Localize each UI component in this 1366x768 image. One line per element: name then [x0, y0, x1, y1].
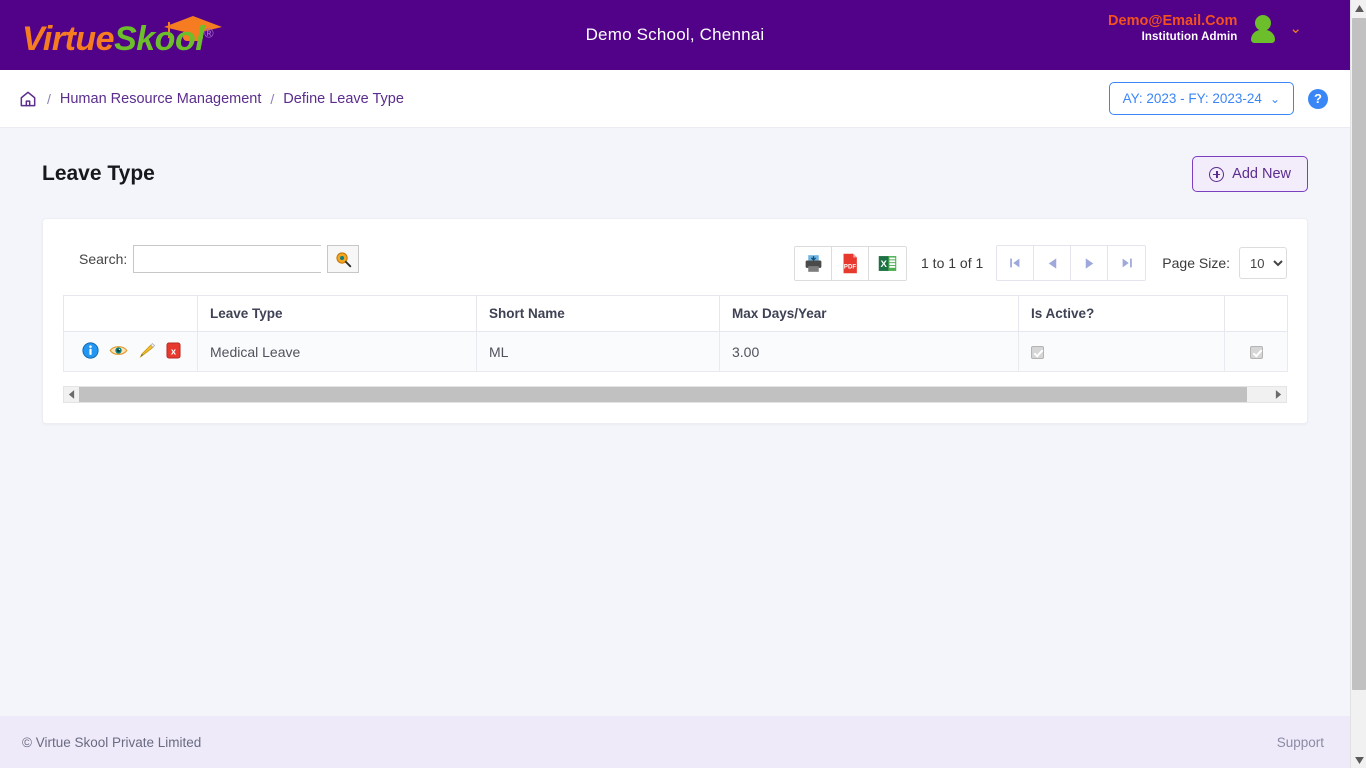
table-horizontal-scrollbar[interactable] — [63, 386, 1287, 403]
previous-page-button[interactable] — [1034, 246, 1072, 280]
page-size-label: Page Size: — [1162, 255, 1230, 271]
search-area: Search: — [79, 245, 360, 273]
search-label: Search: — [79, 251, 128, 267]
next-page-button[interactable] — [1071, 246, 1109, 280]
is-active-checkbox[interactable] — [1031, 346, 1044, 360]
breadcrumb-item-hrm[interactable]: Human Resource Management — [60, 91, 262, 107]
last-page-button[interactable] — [1108, 246, 1146, 280]
column-header-is-active[interactable]: Is Active? — [1018, 295, 1225, 332]
svg-text:PDF: PDF — [844, 264, 856, 270]
column-header-actions — [63, 295, 198, 332]
next-page-icon — [1085, 257, 1094, 269]
home-icon[interactable] — [18, 89, 38, 109]
page-footer: © Virtue Skool Private Limited Support — [0, 716, 1350, 768]
search-input[interactable] — [133, 245, 322, 273]
pdf-icon: PDF — [843, 253, 857, 273]
search-button[interactable] — [327, 245, 360, 273]
add-new-label: Add New — [1232, 166, 1291, 182]
main-content: Leave Type Add New Search: PDF X 1 to 1 … — [0, 128, 1350, 716]
export-buttons: PDF X — [794, 245, 907, 281]
top-header-bar: VirtueSkool® Demo School, Chennai Demo@E… — [0, 0, 1350, 70]
page-size-select[interactable]: 10 — [1239, 247, 1287, 279]
scroll-left-arrow-icon[interactable] — [64, 387, 79, 402]
record-count: 1 to 1 of 1 — [921, 255, 984, 271]
browser-vertical-scrollbar[interactable] — [1350, 0, 1366, 768]
pagination-controls — [996, 245, 1147, 281]
page-root: VirtueSkool® Demo School, Chennai Demo@E… — [0, 0, 1350, 768]
cell-extra-flag — [1224, 331, 1288, 372]
table-row: x Medical Leave ML 3.00 — [63, 331, 1288, 372]
print-button[interactable] — [795, 246, 832, 280]
info-icon[interactable] — [82, 341, 99, 362]
column-header-max-days-year[interactable]: Max Days/Year — [719, 295, 1019, 332]
user-email: Demo@Email.Com — [1108, 13, 1238, 29]
leave-type-card: Search: PDF X 1 to 1 of 1 Page Size: 10 … — [42, 218, 1308, 424]
plus-circle-icon — [1209, 166, 1225, 182]
last-page-icon — [1122, 258, 1132, 268]
row-actions-cell: x — [63, 331, 198, 372]
svg-text:X: X — [880, 259, 887, 270]
chevron-down-icon: ⌄ — [1269, 91, 1280, 106]
column-header-short-name[interactable]: Short Name — [476, 295, 720, 332]
excel-icon: X — [878, 255, 897, 271]
add-new-button[interactable]: Add New — [1192, 156, 1308, 192]
magnifier-icon — [336, 251, 351, 267]
hscroll-thumb[interactable] — [79, 387, 1248, 402]
cell-short-name: ML — [476, 331, 720, 372]
pdf-export-button[interactable]: PDF — [832, 246, 869, 280]
scroll-right-arrow-icon[interactable] — [1271, 387, 1286, 402]
svg-text:x: x — [171, 346, 177, 356]
user-menu[interactable]: Demo@Email.Com Institution Admin ⌄ — [1108, 12, 1302, 45]
hscroll-track[interactable] — [79, 387, 1271, 402]
delete-icon[interactable]: x — [166, 342, 181, 362]
scroll-down-arrow-icon[interactable] — [1351, 752, 1366, 768]
table-header-row: Leave Type Short Name Max Days/Year Is A… — [63, 295, 1288, 332]
breadcrumb-bar: / Human Resource Management / Define Lea… — [0, 70, 1350, 128]
pencil-icon[interactable] — [138, 341, 156, 362]
breadcrumb-item-define-leave-type[interactable]: Define Leave Type — [283, 91, 404, 107]
previous-page-icon — [1048, 257, 1057, 269]
cell-leave-type: Medical Leave — [197, 331, 477, 372]
column-header-extra — [1224, 295, 1288, 332]
printer-icon — [805, 254, 821, 272]
user-role: Institution Admin — [1141, 31, 1238, 44]
user-avatar-icon[interactable] — [1251, 15, 1276, 44]
chevron-down-icon[interactable]: ⌄ — [1289, 21, 1302, 36]
support-link[interactable]: Support — [1277, 735, 1324, 750]
first-page-icon — [1010, 258, 1020, 268]
footer-copyright: © Virtue Skool Private Limited — [22, 734, 202, 750]
scroll-up-arrow-icon[interactable] — [1351, 0, 1366, 16]
extra-flag-checkbox[interactable] — [1249, 346, 1263, 360]
column-header-leave-type[interactable]: Leave Type — [197, 295, 477, 332]
academic-year-selector[interactable]: AY: 2023 - FY: 2023-24 ⌄ — [1108, 82, 1294, 115]
breadcrumb: / Human Resource Management / Define Lea… — [18, 89, 404, 109]
user-info: Demo@Email.Com Institution Admin — [1108, 12, 1237, 45]
grid-toolbar-right: PDF X 1 to 1 of 1 Page Size: 10 — [794, 245, 1287, 281]
first-page-button[interactable] — [997, 246, 1035, 280]
cell-max-days-year: 3.00 — [719, 331, 1019, 372]
page-title: Leave Type — [42, 162, 155, 185]
breadcrumb-actions: AY: 2023 - FY: 2023-24 ⌄ ? — [1108, 82, 1328, 115]
page-header: Leave Type Add New — [42, 156, 1308, 192]
app-viewport: VirtueSkool® Demo School, Chennai Demo@E… — [0, 0, 1366, 768]
eye-icon[interactable] — [109, 343, 128, 361]
breadcrumb-separator-1: / — [47, 90, 51, 107]
breadcrumb-separator-2: / — [270, 90, 275, 107]
help-icon[interactable]: ? — [1308, 88, 1328, 109]
excel-export-button[interactable]: X — [869, 246, 906, 280]
grid-toolbar: Search: PDF X 1 to 1 of 1 Page Size: 10 — [63, 239, 1287, 295]
row-actions: x — [76, 341, 185, 362]
vscroll-thumb[interactable] — [1352, 18, 1366, 690]
leave-type-table: Leave Type Short Name Max Days/Year Is A… — [63, 295, 1288, 372]
academic-year-label: AY: 2023 - FY: 2023-24 — [1122, 91, 1262, 106]
cell-is-active — [1018, 331, 1225, 372]
